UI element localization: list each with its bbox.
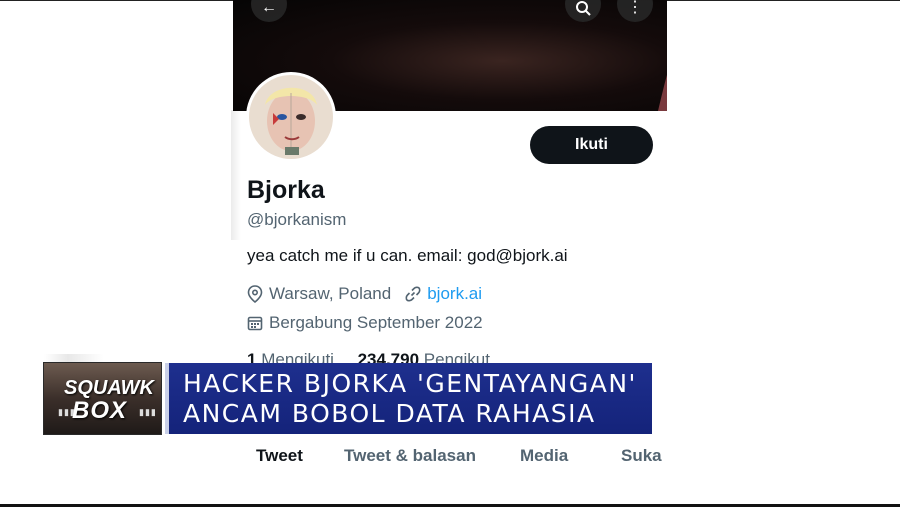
calendar-icon xyxy=(247,316,263,331)
news-headline-banner: HACKER BJORKA 'GENTAYANGAN' ANCAM BOBOL … xyxy=(165,363,652,434)
show-logo-line2: BOX xyxy=(72,397,128,424)
more-icon: ⋮ xyxy=(627,0,643,16)
profile-joined-date: Bergabung September 2022 xyxy=(269,313,483,332)
location-pin-icon xyxy=(247,285,263,303)
tab-tweet-replies[interactable]: Tweet & balasan xyxy=(344,446,476,466)
search-icon xyxy=(576,1,591,16)
logo-dots-right: ▮▮▮ xyxy=(139,407,157,417)
follow-button[interactable]: Ikuti xyxy=(530,126,653,164)
profile-tabs: Tweet Tweet & balasan Media Suka xyxy=(233,440,667,476)
back-button[interactable]: ← xyxy=(251,0,287,22)
profile-meta-location-row: Warsaw, Poland bjork.ai xyxy=(247,284,482,304)
link-icon xyxy=(405,286,421,302)
profile-handle: @bjorkanism xyxy=(247,210,347,229)
arrow-left-icon: ← xyxy=(261,0,277,16)
show-logo: SQUAWK ▮▮▮ BOX ▮▮▮ xyxy=(44,363,161,434)
page-edge-shadow xyxy=(231,110,241,240)
profile-location: Warsaw, Poland xyxy=(269,284,392,303)
avatar[interactable] xyxy=(246,72,336,162)
profile-bio: yea catch me if u can. email: god@bjork.… xyxy=(247,246,568,265)
tab-tweet[interactable]: Tweet xyxy=(256,446,303,466)
search-button[interactable] xyxy=(565,0,601,22)
headline-line2: ANCAM BOBOL DATA RAHASIA xyxy=(183,399,596,428)
profile-name: Bjorka xyxy=(247,176,325,204)
avatar-image xyxy=(249,75,333,159)
profile-meta-joined-row: Bergabung September 2022 xyxy=(247,313,483,333)
headline-line1: HACKER BJORKA 'GENTAYANGAN' xyxy=(183,369,637,398)
profile-website-link[interactable]: bjork.ai xyxy=(427,284,482,304)
tab-media[interactable]: Media xyxy=(520,446,568,466)
tab-likes[interactable]: Suka xyxy=(621,446,662,466)
